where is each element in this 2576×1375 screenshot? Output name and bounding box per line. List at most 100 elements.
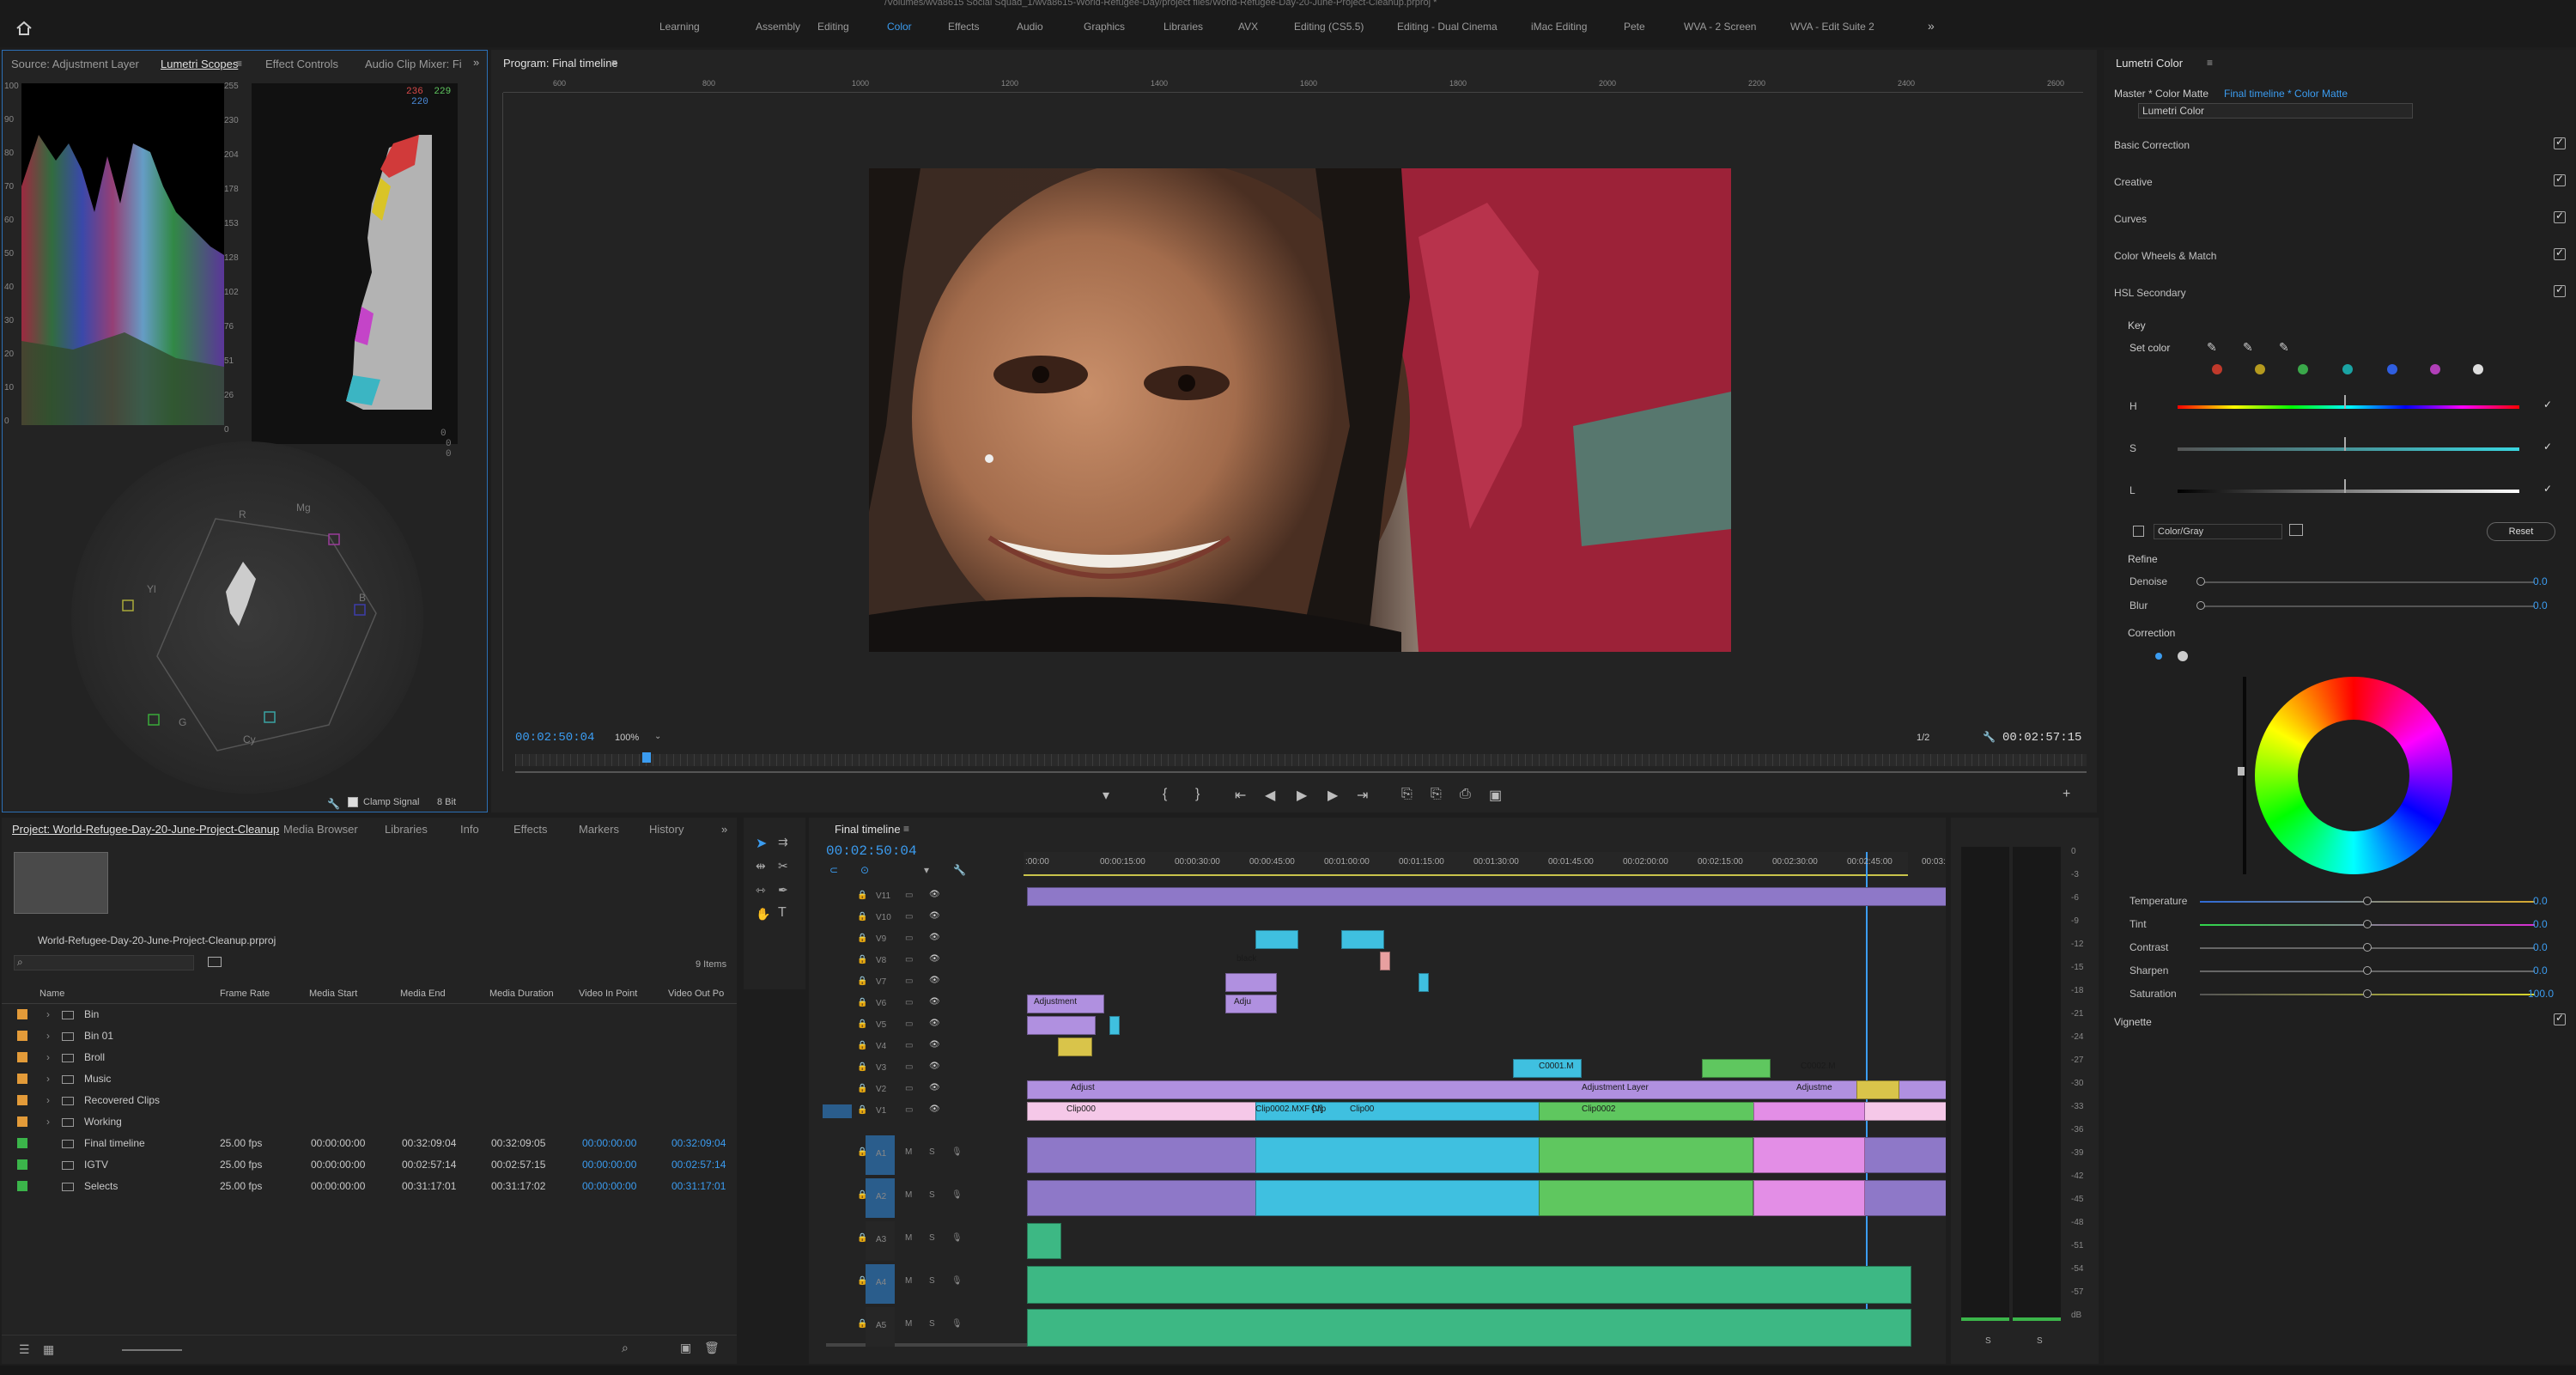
color-swatch[interactable]	[2473, 364, 2483, 374]
clamp-signal-checkbox[interactable]	[348, 797, 358, 807]
color-swatch[interactable]	[2430, 364, 2440, 374]
go-to-out-icon[interactable]: ⇥	[1357, 787, 1368, 804]
lumetri-section-checkbox[interactable]	[2554, 173, 2566, 186]
mute-button[interactable]: M	[905, 1276, 912, 1286]
timeline-clip[interactable]	[1753, 1102, 1865, 1121]
add-button-icon[interactable]: +	[2063, 787, 2070, 802]
video-track-header-v11[interactable]: V11 🔒 ▭ 👁	[809, 886, 1024, 907]
workspace-tab-learning[interactable]: Learning	[659, 21, 700, 33]
sync-icon[interactable]: ▭	[905, 891, 913, 900]
pen-tool-icon[interactable]: ✒	[778, 883, 788, 897]
lock-icon[interactable]: 🔒	[857, 1190, 867, 1200]
lock-icon[interactable]: 🔒	[857, 976, 867, 986]
voiceover-icon[interactable]: 🎙	[951, 1233, 963, 1243]
table-row[interactable]: Final timeline 25.00 fps 00:00:00:00 00:32:…	[2, 1133, 737, 1154]
solo-button[interactable]: S	[929, 1276, 935, 1286]
panel-menu-icon[interactable]: ≡	[236, 58, 242, 70]
track-select-tool-icon[interactable]: ⇉	[778, 835, 788, 849]
lumetri-section-checkbox[interactable]	[2554, 136, 2566, 149]
workspace-tab-imac-editing[interactable]: iMac Editing	[1531, 21, 1587, 33]
project-tab[interactable]: Media Browser	[283, 823, 358, 836]
voiceover-icon[interactable]: 🎙	[951, 1319, 963, 1329]
timeline-clip[interactable]	[1058, 1037, 1092, 1056]
video-track-header-v4[interactable]: V4 🔒 ▭ 👁	[809, 1037, 1024, 1057]
marker-icon[interactable]: ▾	[1103, 787, 1109, 804]
linked-selection-icon[interactable]: ⊙	[860, 864, 869, 876]
trash-icon[interactable]: 🗑	[704, 1341, 720, 1355]
slider-knob-sharpen[interactable]	[2363, 966, 2372, 975]
solo-button[interactable]: S	[929, 1319, 935, 1329]
lock-icon[interactable]: 🔒	[857, 955, 867, 964]
lumetri-section-checkbox[interactable]	[2554, 210, 2566, 223]
chevron-right-icon[interactable]: ›	[46, 1051, 50, 1063]
video-track-header-v10[interactable]: V10 🔒 ▭ 👁	[809, 908, 1024, 928]
lock-icon[interactable]: 🔒	[857, 1062, 867, 1072]
column-header-media-end[interactable]: Media End	[400, 989, 446, 999]
audio-clip[interactable]	[1753, 1137, 1865, 1173]
effect-select[interactable]: Lumetri Color	[2138, 103, 2413, 119]
eyedropper-remove-icon[interactable]: ✎	[2279, 340, 2289, 355]
audio-track-header-a3[interactable]: A3 🔒 M S 🎙	[809, 1221, 1024, 1261]
tab-audio-clip-mixer[interactable]: Audio Clip Mixer: Fi	[365, 58, 462, 70]
column-header-frame-rate[interactable]: Frame Rate	[220, 989, 270, 999]
add-marker-icon[interactable]: ▾	[924, 864, 929, 876]
slider-knob-contrast[interactable]	[2363, 943, 2372, 952]
lock-icon[interactable]: 🔒	[857, 934, 867, 943]
chevron-right-icon[interactable]: ›	[46, 1073, 50, 1085]
lock-icon[interactable]: 🔒	[857, 1276, 867, 1286]
zoom-bar[interactable]	[515, 771, 2087, 773]
list-item[interactable]: › Recovered Clips	[2, 1090, 737, 1111]
lumetri-section-curves[interactable]: Curves	[2114, 213, 2147, 225]
hand-tool-icon[interactable]: ✋	[756, 907, 770, 922]
timeline-clip[interactable]	[1856, 1080, 1899, 1099]
column-header-media-start[interactable]: Media Start	[309, 989, 357, 999]
video-track-header-v3[interactable]: V3 🔒 ▭ 👁	[809, 1058, 1024, 1079]
workspace-tab-audio[interactable]: Audio	[1017, 21, 1043, 33]
color-swatch[interactable]	[2298, 364, 2308, 374]
eye-icon[interactable]: 👁	[929, 933, 940, 942]
lumetri-section-color-wheels-match[interactable]: Color Wheels & Match	[2114, 250, 2216, 262]
eye-icon[interactable]: 👁	[929, 911, 940, 921]
find-icon[interactable]: ⌕	[622, 1341, 629, 1355]
compare-icon[interactable]: ▣	[1489, 787, 1502, 804]
project-tab[interactable]: Info	[460, 823, 479, 836]
panel-menu-icon[interactable]: ≡	[903, 823, 909, 835]
lock-icon[interactable]: 🔒	[857, 1041, 867, 1050]
workspace-tab-wva-edit-suite-2[interactable]: WVA - Edit Suite 2	[1790, 21, 1874, 33]
timeline-clip[interactable]	[1255, 930, 1298, 949]
slider-value-temperature[interactable]: 0.0	[2533, 895, 2548, 907]
lumetri-section-checkbox[interactable]	[2554, 246, 2566, 260]
panel-menu-icon[interactable]: ≡	[611, 57, 617, 69]
hsl-check-icon[interactable]: ✓	[2543, 483, 2552, 495]
eyedropper-add-icon[interactable]: ✎	[2243, 340, 2253, 355]
hsl-handle[interactable]	[2344, 395, 2353, 409]
eyedropper-icon[interactable]: ✎	[2207, 340, 2217, 355]
correction-color-wheel[interactable]	[2255, 677, 2452, 874]
lock-icon[interactable]: 🔒	[857, 998, 867, 1007]
audio-clip[interactable]	[1539, 1137, 1753, 1173]
table-row[interactable]: Selects 25.00 fps 00:00:00:00 00:31:17:01 00…	[2, 1176, 737, 1197]
home-icon[interactable]	[15, 21, 33, 36]
lift-icon[interactable]: ⎘	[1401, 787, 1413, 802]
audio-track-header-a2[interactable]: A2 🔒 M S 🎙	[809, 1178, 1024, 1218]
invert-mask-icon[interactable]	[2289, 524, 2303, 536]
zoom-slider[interactable]	[122, 1349, 182, 1351]
audio-track-header-a5[interactable]: A5 🔒 M S 🎙	[809, 1307, 1024, 1347]
audio-clip[interactable]	[1255, 1180, 1582, 1216]
mute-button[interactable]: M	[905, 1319, 912, 1329]
slider-value-saturation[interactable]: 100.0	[2528, 988, 2554, 1000]
new-bin-icon[interactable]	[208, 957, 222, 967]
project-tab[interactable]: Project: World-Refugee-Day-20-June-Proje…	[12, 823, 279, 836]
more-tabs-icon[interactable]: »	[721, 823, 727, 836]
razor-tool-icon[interactable]: ✂	[778, 859, 788, 873]
hsl-handle[interactable]	[2344, 479, 2353, 493]
slider-value-contrast[interactable]: 0.0	[2533, 941, 2548, 953]
lumetri-section-hsl-secondary[interactable]: HSL Secondary	[2114, 287, 2186, 299]
source-patch-v1[interactable]	[823, 1104, 852, 1118]
hsl-check-icon[interactable]: ✓	[2543, 441, 2552, 453]
color-gray-select[interactable]: Color/Gray	[2154, 524, 2282, 539]
table-row[interactable]: IGTV 25.00 fps 00:00:00:00 00:02:57:14 00:02…	[2, 1154, 737, 1176]
blur-knob[interactable]	[2196, 601, 2205, 610]
video-track-header-v8[interactable]: V8 🔒 ▭ 👁	[809, 951, 1024, 971]
sync-icon[interactable]: ▭	[905, 1062, 913, 1072]
